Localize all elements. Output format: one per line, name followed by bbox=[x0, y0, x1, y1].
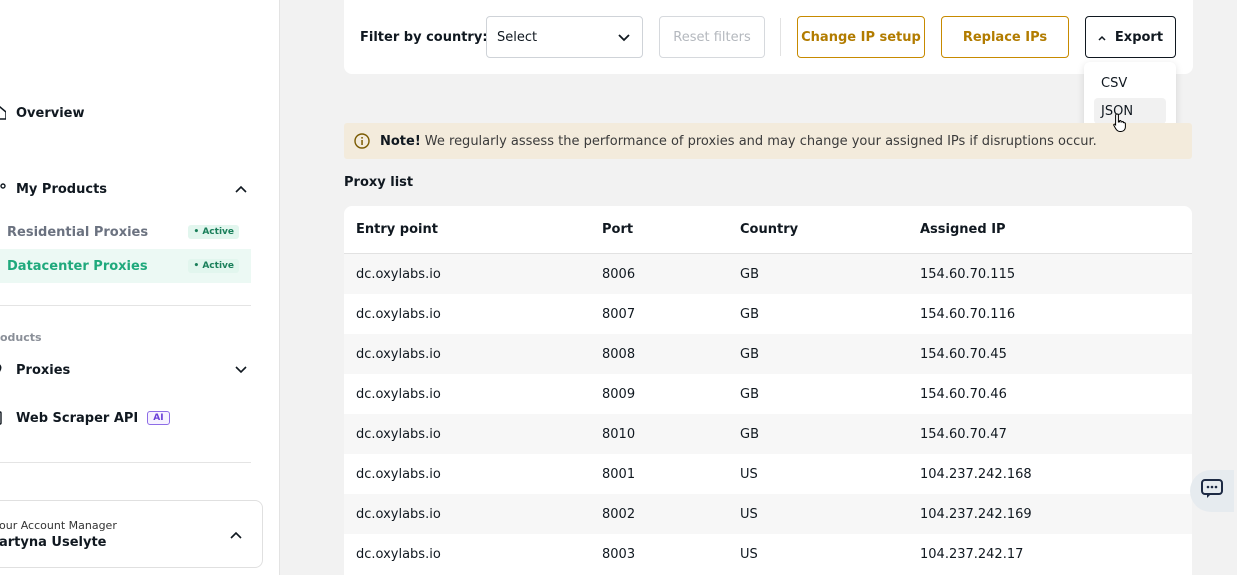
account-manager-card[interactable]: our Account Manager artyna Uselyte bbox=[0, 500, 263, 568]
country-cell: GB bbox=[740, 426, 759, 442]
port-cell: 8002 bbox=[602, 506, 636, 522]
port-cell: 8010 bbox=[602, 426, 636, 442]
country-cell: GB bbox=[740, 266, 759, 282]
info-icon bbox=[354, 133, 370, 149]
country-cell: GB bbox=[740, 306, 759, 322]
port-cell: 8006 bbox=[602, 266, 636, 282]
divider bbox=[780, 18, 781, 56]
column-header: Country bbox=[740, 222, 799, 237]
export-csv-option[interactable]: CSV bbox=[1094, 70, 1166, 96]
port-cell: 8007 bbox=[602, 306, 636, 322]
sidebar-item-label: Proxies bbox=[16, 362, 71, 378]
status-badge: • Active bbox=[188, 259, 239, 273]
table-row: dc.oxylabs.io 8002 US 104.237.242.169 bbox=[344, 494, 1192, 534]
assigned-ip-cell: 154.60.70.46 bbox=[920, 386, 1007, 402]
sidebar-item-label: Overview bbox=[16, 105, 85, 121]
table-header: Entry point Port Country Assigned IP bbox=[344, 206, 1192, 254]
entry-point-cell: dc.oxylabs.io bbox=[356, 546, 441, 562]
country-cell: US bbox=[740, 506, 758, 522]
entry-point-cell: dc.oxylabs.io bbox=[356, 426, 441, 442]
entry-point-cell: dc.oxylabs.io bbox=[356, 386, 441, 402]
chevron-down-icon bbox=[618, 31, 630, 46]
proxy-list-title: Proxy list bbox=[344, 175, 414, 190]
table-row: dc.oxylabs.io 8007 GB 154.60.70.116 bbox=[344, 294, 1192, 334]
country-cell: US bbox=[740, 466, 758, 482]
divider bbox=[0, 462, 251, 463]
country-cell: GB bbox=[740, 386, 759, 402]
port-cell: 8009 bbox=[602, 386, 636, 402]
entry-point-cell: dc.oxylabs.io bbox=[356, 306, 441, 322]
ai-badge: AI bbox=[147, 411, 170, 425]
products-icon bbox=[0, 181, 10, 197]
export-json-option[interactable]: JSON bbox=[1094, 98, 1166, 124]
change-ip-setup-button[interactable]: Change IP setup bbox=[797, 16, 925, 58]
note-title: Note! bbox=[380, 133, 421, 149]
chevron-up-icon bbox=[1098, 30, 1106, 45]
divider bbox=[0, 305, 251, 306]
filter-bar: Filter by country: Select Reset filters … bbox=[344, 0, 1193, 74]
table-row: dc.oxylabs.io 8003 US 104.237.242.17 bbox=[344, 534, 1192, 574]
assigned-ip-cell: 104.237.242.168 bbox=[920, 466, 1032, 482]
select-value: Select bbox=[497, 29, 538, 45]
assigned-ip-cell: 154.60.70.116 bbox=[920, 306, 1016, 322]
port-cell: 8008 bbox=[602, 346, 636, 362]
table-row: dc.oxylabs.io 8008 GB 154.60.70.45 bbox=[344, 334, 1192, 374]
country-cell: US bbox=[740, 546, 758, 562]
note-banner: Note! We regularly assess the performanc… bbox=[344, 123, 1192, 159]
sidebar-item-label: Web Scraper API bbox=[16, 410, 139, 426]
chevron-down-icon[interactable] bbox=[235, 364, 247, 376]
sidebar-item-datacenter-proxies[interactable]: Datacenter Proxies • Active bbox=[0, 249, 251, 283]
entry-point-cell: dc.oxylabs.io bbox=[356, 346, 441, 362]
note-text: We regularly assess the performance of p… bbox=[424, 133, 1097, 149]
country-cell: GB bbox=[740, 346, 759, 362]
sidebar-item-label: Residential Proxies bbox=[7, 224, 149, 240]
sidebar-item-proxies[interactable]: Proxies bbox=[0, 362, 251, 378]
sidebar-item-overview[interactable]: Overview bbox=[0, 105, 85, 121]
assigned-ip-cell: 154.60.70.115 bbox=[920, 266, 1016, 282]
sidebar-item-web-scraper-api[interactable]: Web Scraper API AI bbox=[0, 410, 170, 426]
chat-button[interactable] bbox=[1190, 470, 1234, 512]
main-content: Filter by country: Select Reset filters … bbox=[281, 0, 1237, 575]
filter-label: Filter by country: bbox=[360, 30, 488, 45]
assigned-ip-cell: 154.60.70.45 bbox=[920, 346, 1007, 362]
reset-filters-button[interactable]: Reset filters bbox=[659, 16, 765, 58]
entry-point-cell: dc.oxylabs.io bbox=[356, 266, 441, 282]
chat-icon bbox=[1201, 479, 1223, 503]
sidebar: Overview My Products Residential Proxies… bbox=[0, 0, 280, 575]
assigned-ip-cell: 154.60.70.47 bbox=[920, 426, 1007, 442]
table-row: dc.oxylabs.io 8006 GB 154.60.70.115 bbox=[344, 254, 1192, 294]
table-row: dc.oxylabs.io 8009 GB 154.60.70.46 bbox=[344, 374, 1192, 414]
location-pin-icon bbox=[0, 362, 10, 378]
export-label: Export bbox=[1114, 29, 1164, 45]
status-badge: • Active bbox=[188, 225, 239, 239]
chevron-up-icon[interactable] bbox=[235, 183, 247, 195]
sidebar-item-residential-proxies[interactable]: Residential Proxies • Active bbox=[0, 215, 251, 249]
account-manager-label: our Account Manager bbox=[0, 519, 117, 532]
section-label: oducts bbox=[0, 331, 42, 344]
proxy-table: Entry point Port Country Assigned IP dc.… bbox=[344, 206, 1192, 575]
country-select[interactable]: Select bbox=[486, 16, 643, 58]
table-row: dc.oxylabs.io 8010 GB 154.60.70.47 bbox=[344, 414, 1192, 454]
entry-point-cell: dc.oxylabs.io bbox=[356, 506, 441, 522]
account-manager-name: artyna Uselyte bbox=[0, 535, 107, 550]
table-row: dc.oxylabs.io 8001 US 104.237.242.168 bbox=[344, 454, 1192, 494]
home-icon bbox=[0, 105, 10, 121]
assigned-ip-cell: 104.237.242.17 bbox=[920, 546, 1024, 562]
column-header: Assigned IP bbox=[920, 222, 1006, 237]
sidebar-item-my-products[interactable]: My Products bbox=[0, 181, 251, 197]
port-cell: 8001 bbox=[602, 466, 636, 482]
port-cell: 8003 bbox=[602, 546, 636, 562]
sidebar-item-label: My Products bbox=[16, 181, 108, 197]
replace-ips-button[interactable]: Replace IPs bbox=[941, 16, 1069, 58]
pointer-cursor-icon bbox=[1113, 113, 1127, 137]
chevron-up-icon[interactable] bbox=[230, 529, 242, 541]
column-header: Entry point bbox=[356, 222, 438, 237]
column-header: Port bbox=[602, 222, 634, 237]
sidebar-item-label: Datacenter Proxies bbox=[7, 258, 148, 274]
scraper-icon bbox=[0, 410, 10, 426]
assigned-ip-cell: 104.237.242.169 bbox=[920, 506, 1032, 522]
export-button[interactable]: Export bbox=[1085, 16, 1176, 58]
entry-point-cell: dc.oxylabs.io bbox=[356, 466, 441, 482]
